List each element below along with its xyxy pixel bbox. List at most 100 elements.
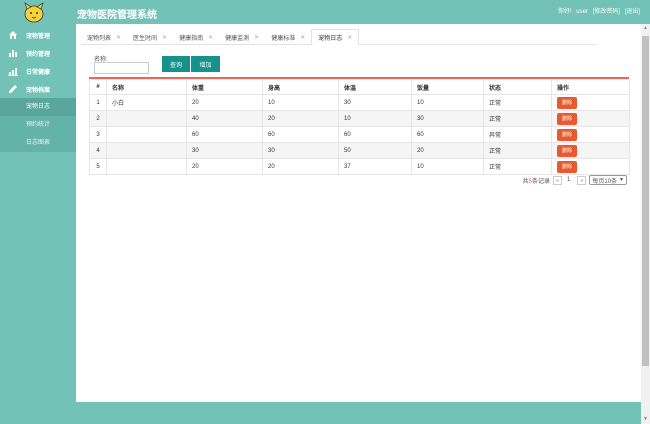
total-suffix: 条记录 xyxy=(532,178,551,185)
cell-actions: 删除 xyxy=(551,126,630,143)
cell-status: 正常 xyxy=(483,142,552,159)
cell-index: 1 xyxy=(89,94,107,111)
cell-food-intake: 10 xyxy=(411,94,484,111)
cell-actions: 删除 xyxy=(551,142,630,159)
table-header-row: # 名称 体重 身高 体温 饭量 状态 操作 xyxy=(89,79,630,95)
delete-button[interactable]: 删除 xyxy=(557,144,577,157)
cell-food-intake: 60 xyxy=(411,126,484,143)
cell-index: 5 xyxy=(89,158,107,175)
scroll-down-icon[interactable]: ▼ xyxy=(641,415,650,424)
cell-actions: 删除 xyxy=(551,94,630,111)
tab-health-standard[interactable]: 健康标准 ✕ xyxy=(265,29,311,45)
close-icon[interactable]: ✕ xyxy=(162,34,167,41)
sidebar-item-daily-health[interactable]: 日常健康 xyxy=(0,62,76,80)
tab-doctor-time[interactable]: 医生时间 ✕ xyxy=(127,29,173,45)
name-search-input[interactable] xyxy=(94,62,149,74)
greeting-text: 你好! xyxy=(557,9,572,15)
pagination: 共5条记录 « 1 » 每页10条 ▼ xyxy=(523,175,627,185)
tab-label: 健康监测 xyxy=(225,35,250,42)
sidebar-item-label: 预约管理 xyxy=(26,51,51,58)
chart-bar-icon xyxy=(8,48,18,58)
cell-name xyxy=(106,142,187,159)
cell-food-intake: 10 xyxy=(411,158,484,175)
page-size-value: 每页10条 xyxy=(592,178,618,185)
table-row: 2 40 20 10 30 正常 删除 xyxy=(89,110,630,127)
cell-name xyxy=(106,110,187,127)
cell-temperature: 10 xyxy=(338,110,412,127)
sidebar-subitem-pet-log[interactable]: 宠物日志 xyxy=(0,98,76,116)
sidebar-item-label: 宠物档案 xyxy=(26,87,51,94)
tab-pet-log[interactable]: 宠物日志 ✕ xyxy=(311,29,360,45)
cell-temperature: 60 xyxy=(338,126,412,143)
cell-name xyxy=(106,126,187,143)
column-header: 操作 xyxy=(551,79,630,95)
cell-weight: 60 xyxy=(186,126,263,143)
column-header: 名称 xyxy=(106,79,187,95)
vertical-scrollbar[interactable]: ▲ ▼ xyxy=(641,24,650,424)
cell-height: 60 xyxy=(262,126,339,143)
column-header: 状态 xyxy=(483,79,552,95)
close-icon[interactable]: ✕ xyxy=(254,34,259,41)
delete-button[interactable]: 删除 xyxy=(557,160,577,173)
cell-temperature: 30 xyxy=(338,94,412,111)
column-header: 体温 xyxy=(338,79,412,95)
search-button[interactable]: 查询 xyxy=(162,56,190,72)
tab-health-guide[interactable]: 健康指南 ✕ xyxy=(173,29,219,45)
sidebar-subitem-appointment-stats[interactable]: 预约统计 xyxy=(0,116,76,134)
column-header: 体重 xyxy=(186,79,263,95)
tab-label: 宠物列表 xyxy=(87,35,112,42)
cell-status: 正常 xyxy=(483,158,552,175)
tab-label: 健康标准 xyxy=(271,35,296,42)
next-page-button[interactable]: » xyxy=(577,175,587,185)
close-icon[interactable]: ✕ xyxy=(300,34,305,41)
table-row: 3 60 60 60 60 异常 删除 xyxy=(89,126,630,143)
sidebar-item-appointment-management[interactable]: 预约管理 xyxy=(0,44,76,62)
column-header: # xyxy=(89,79,107,95)
cell-temperature: 50 xyxy=(338,142,412,159)
add-button[interactable]: 增加 xyxy=(191,56,220,72)
current-page[interactable]: 1 xyxy=(567,177,570,183)
sidebar-item-pet-records[interactable]: 宠物档案 xyxy=(0,80,76,98)
delete-button[interactable]: 删除 xyxy=(557,96,577,109)
delete-button[interactable]: 删除 xyxy=(557,128,577,141)
tab-health-monitor[interactable]: 健康监测 ✕ xyxy=(219,29,265,45)
app-title: 宠物医院管理系统 xyxy=(77,10,157,21)
cell-actions: 删除 xyxy=(551,158,630,175)
prev-page-button[interactable]: « xyxy=(553,175,563,185)
close-icon[interactable]: ✕ xyxy=(116,34,121,41)
cell-index: 4 xyxy=(89,142,107,159)
delete-button[interactable]: 删除 xyxy=(557,112,577,125)
tab-label: 医生时间 xyxy=(133,35,158,42)
cell-index: 2 xyxy=(89,110,107,127)
cell-name: 小白 xyxy=(106,94,187,111)
cell-weight: 30 xyxy=(186,142,263,159)
change-password-link[interactable]: [修改密码] xyxy=(593,9,620,15)
user-bar: 你好! user [修改密码] [退出] xyxy=(555,6,640,15)
page-size-select[interactable]: 每页10条 ▼ xyxy=(589,175,627,185)
sidebar: 宠物管理 预约管理 日常健康 宠物档案 宠物日志 预约统计 日志图表 xyxy=(0,24,76,424)
close-icon[interactable]: ✕ xyxy=(347,34,352,41)
total-records: 共5条记录 xyxy=(523,176,550,185)
cell-food-intake: 20 xyxy=(411,142,484,159)
table-row: 1 小白 20 10 30 10 正常 删除 xyxy=(89,94,630,111)
cell-status: 异常 xyxy=(483,126,552,143)
scrollbar-thumb[interactable] xyxy=(642,36,649,366)
sidebar-subitem-log-chart[interactable]: 日志图表 xyxy=(0,134,76,152)
cell-height: 10 xyxy=(262,94,339,111)
scroll-up-icon[interactable]: ▲ xyxy=(641,24,650,33)
cell-status: 正常 xyxy=(483,94,552,111)
table-row: 4 30 30 50 20 正常 删除 xyxy=(89,142,630,159)
sidebar-item-pet-management[interactable]: 宠物管理 xyxy=(0,26,76,44)
chart-line-icon xyxy=(8,66,18,76)
tab-bar: 宠物列表 ✕ 医生时间 ✕ 健康指南 ✕ 健康监测 ✕ 健康标准 ✕ 宠物日志 ✕ xyxy=(81,29,596,45)
content-panel: 宠物列表 ✕ 医生时间 ✕ 健康指南 ✕ 健康监测 ✕ 健康标准 ✕ 宠物日志 ✕ 名称: … xyxy=(76,24,641,402)
tab-pet-list[interactable]: 宠物列表 ✕ xyxy=(81,29,127,45)
cell-height: 20 xyxy=(262,158,339,175)
tab-label: 健康指南 xyxy=(179,35,204,42)
logo-icon xyxy=(22,1,46,23)
cell-weight: 20 xyxy=(186,158,263,175)
cell-status: 正常 xyxy=(483,110,552,127)
cell-height: 20 xyxy=(262,110,339,127)
logout-link[interactable]: [退出] xyxy=(625,9,640,15)
close-icon[interactable]: ✕ xyxy=(208,34,213,41)
